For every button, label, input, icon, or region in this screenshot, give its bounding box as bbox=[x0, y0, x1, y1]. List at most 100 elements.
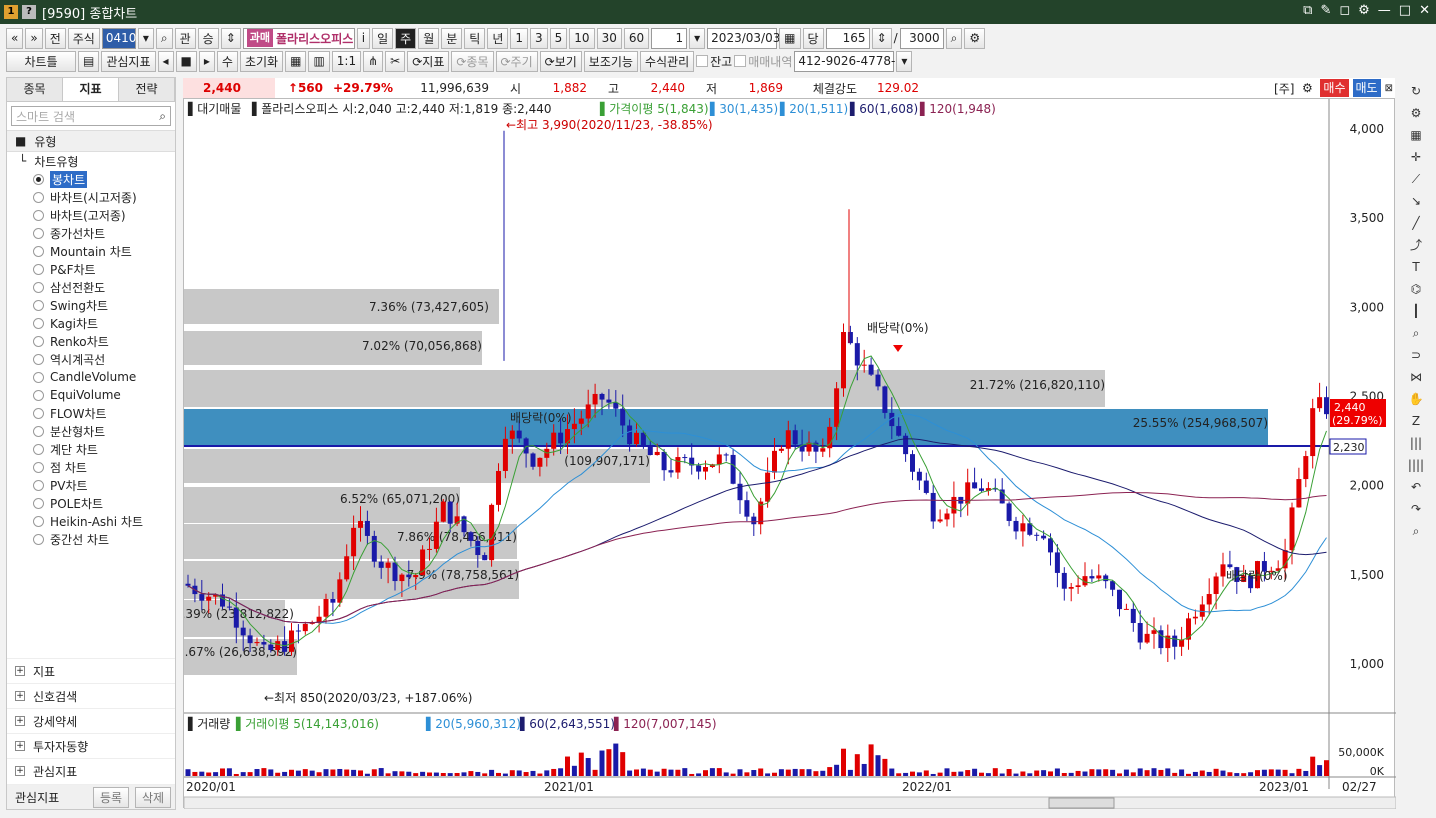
group-strength[interactable]: + 강세약세 bbox=[7, 708, 175, 733]
minimize-icon[interactable]: — bbox=[1378, 3, 1391, 18]
chart-type-item[interactable]: Heikin-Ashi 차트 bbox=[7, 512, 175, 530]
period-month[interactable]: 월 bbox=[418, 27, 440, 49]
interval-3[interactable]: 3 bbox=[530, 27, 548, 49]
all-button[interactable]: 전 bbox=[44, 27, 66, 49]
spin-icon[interactable]: ⇕ bbox=[220, 27, 241, 49]
section-type[interactable]: ■ 유형 bbox=[7, 130, 175, 152]
aux-function-button[interactable]: 보조기능 bbox=[583, 50, 638, 72]
chart-type-item[interactable]: Kagi차트 bbox=[7, 314, 175, 332]
trade-history-checkbox[interactable] bbox=[734, 55, 747, 67]
radio-icon[interactable] bbox=[33, 353, 44, 365]
expand-icon[interactable]: + bbox=[15, 666, 25, 676]
code-dropdown-icon[interactable]: ▾ bbox=[137, 27, 154, 49]
text-icon[interactable]: T bbox=[1407, 258, 1425, 276]
left-arrow-icon[interactable]: ◂ bbox=[157, 50, 174, 72]
refresh-icon[interactable]: ↻ bbox=[1407, 82, 1425, 100]
chart-type-item[interactable]: POLE차트 bbox=[7, 494, 175, 512]
fib-icon[interactable]: ⌬ bbox=[1407, 280, 1425, 298]
chart-type-item[interactable]: 바차트(시고저종) bbox=[7, 188, 175, 206]
account-dropdown-icon[interactable]: ▾ bbox=[896, 50, 913, 72]
period-minute[interactable]: 분 bbox=[441, 27, 463, 49]
zoom-icon[interactable]: ⌕ bbox=[945, 27, 963, 49]
bars-input[interactable]: 165 bbox=[825, 27, 870, 49]
chart-frame-button[interactable]: 차트틀 bbox=[6, 50, 76, 72]
period-sync-button[interactable]: ⟳주기 bbox=[495, 50, 538, 72]
chart-type-item[interactable]: CandleVolume bbox=[7, 368, 175, 386]
calendar-icon[interactable]: ▦ bbox=[779, 27, 801, 49]
settings-icon[interactable]: ⚙ bbox=[1407, 104, 1425, 122]
period-tick[interactable]: 틱 bbox=[464, 27, 486, 49]
cross-icon[interactable]: ✛ bbox=[1407, 148, 1425, 166]
search-icon[interactable]: ⌕ bbox=[159, 109, 166, 124]
formula-manage-button[interactable]: 수식관리 bbox=[639, 50, 695, 72]
radio-icon[interactable] bbox=[33, 335, 44, 347]
sell-button[interactable]: 매도 bbox=[1352, 79, 1381, 97]
chart-type-item[interactable]: 점 차트 bbox=[7, 458, 175, 476]
chart-type-item[interactable]: 분산형차트 bbox=[7, 422, 175, 440]
radio-icon[interactable] bbox=[33, 479, 44, 491]
interval-5[interactable]: 5 bbox=[549, 27, 568, 49]
register-button[interactable]: 등록 bbox=[93, 786, 129, 808]
radio-icon[interactable] bbox=[33, 443, 44, 455]
expand-icon[interactable]: + bbox=[15, 691, 25, 701]
pattern-icon[interactable]: ⋈ bbox=[1407, 368, 1425, 386]
one-to-one-icon[interactable]: 1:1 bbox=[331, 50, 362, 72]
chart-type-item[interactable]: FLOW차트 bbox=[7, 404, 175, 422]
tool-icon[interactable]: ⋔ bbox=[363, 50, 384, 72]
tab-strategy[interactable]: 전략 bbox=[119, 78, 175, 101]
vlines-icon[interactable]: ||| bbox=[1407, 434, 1425, 452]
interval-30[interactable]: 30 bbox=[596, 27, 622, 49]
bar-chart-icon[interactable]: ▦ bbox=[1407, 126, 1425, 144]
period-day[interactable]: 일 bbox=[372, 27, 394, 49]
chart-area[interactable]: 4,000 3,500 3,000 2,500 2,000 1,500 1,000 7.36%… bbox=[174, 98, 1397, 810]
settings-icon[interactable]: ⚙ bbox=[1298, 81, 1316, 95]
prev-button[interactable]: « bbox=[6, 27, 24, 49]
auto-icon[interactable]: ⤴ bbox=[1407, 236, 1425, 254]
group-watch[interactable]: + 관심지표 bbox=[7, 758, 175, 783]
related-button[interactable]: 관 bbox=[174, 27, 196, 49]
balance-checkbox[interactable] bbox=[696, 55, 709, 67]
zigzag-icon[interactable]: Z bbox=[1407, 412, 1425, 430]
candle-icon[interactable]: ┃ bbox=[1407, 302, 1425, 320]
tab-indicator[interactable]: 지표 bbox=[63, 78, 119, 101]
date-input[interactable]: 2023/03/03 bbox=[707, 27, 780, 49]
chart-type-item[interactable]: 삼선전환도 bbox=[7, 278, 175, 296]
tab-stock[interactable]: 종목 bbox=[7, 78, 63, 101]
window-control-icon[interactable]: ◻ bbox=[1339, 3, 1350, 18]
radio-icon[interactable] bbox=[33, 227, 44, 239]
zoom-icon[interactable]: ⌕ bbox=[1407, 324, 1425, 342]
indicator-sync-button[interactable]: ⟳지표 bbox=[407, 50, 450, 72]
radio-icon[interactable] bbox=[33, 407, 44, 419]
maximize-icon[interactable]: □ bbox=[1399, 3, 1411, 18]
right-arrow-icon[interactable]: ▸ bbox=[198, 50, 215, 72]
vlines-icon[interactable]: |||| bbox=[1407, 456, 1425, 474]
close-pane-icon[interactable]: ⊠ bbox=[1385, 83, 1393, 94]
next-button[interactable]: » bbox=[25, 27, 43, 49]
chart-type-item[interactable]: PV차트 bbox=[7, 476, 175, 494]
smart-search-input[interactable]: 스마트 검색 ⌕ bbox=[11, 106, 171, 126]
chart-type-item[interactable]: Mountain 차트 bbox=[7, 242, 175, 260]
expand-icon[interactable]: + bbox=[15, 766, 25, 776]
radio-icon[interactable] bbox=[33, 173, 44, 185]
settings-icon[interactable]: ⚙ bbox=[964, 27, 986, 49]
chart-type-item[interactable]: P&F차트 bbox=[7, 260, 175, 278]
modify-button[interactable]: 수 bbox=[216, 50, 238, 72]
search-icon[interactable]: ⌕ bbox=[155, 27, 173, 49]
settings-icon[interactable]: ⚙ bbox=[1358, 3, 1370, 18]
radio-icon[interactable] bbox=[33, 389, 44, 401]
period-week[interactable]: 주 bbox=[395, 27, 417, 49]
sort-button[interactable]: 승 bbox=[197, 27, 219, 49]
trendline-icon[interactable]: ⟋ bbox=[1407, 170, 1425, 188]
radio-icon[interactable] bbox=[33, 425, 44, 437]
chart-type-item[interactable]: 바차트(고저종) bbox=[7, 206, 175, 224]
radio-icon[interactable] bbox=[33, 371, 44, 383]
cut-icon[interactable]: ✂ bbox=[385, 50, 406, 72]
app-badge-1[interactable]: 1 bbox=[4, 5, 18, 19]
view-sync-button[interactable]: ⟳보기 bbox=[539, 50, 582, 72]
radio-icon[interactable] bbox=[33, 497, 44, 509]
stock-type-button[interactable]: 주식 bbox=[67, 27, 100, 49]
layout-icon[interactable]: ▥ bbox=[308, 50, 330, 72]
undo-icon[interactable]: ↶ bbox=[1407, 478, 1425, 496]
radio-icon[interactable] bbox=[33, 263, 44, 275]
stock-code-input[interactable]: 041020 bbox=[101, 27, 152, 49]
